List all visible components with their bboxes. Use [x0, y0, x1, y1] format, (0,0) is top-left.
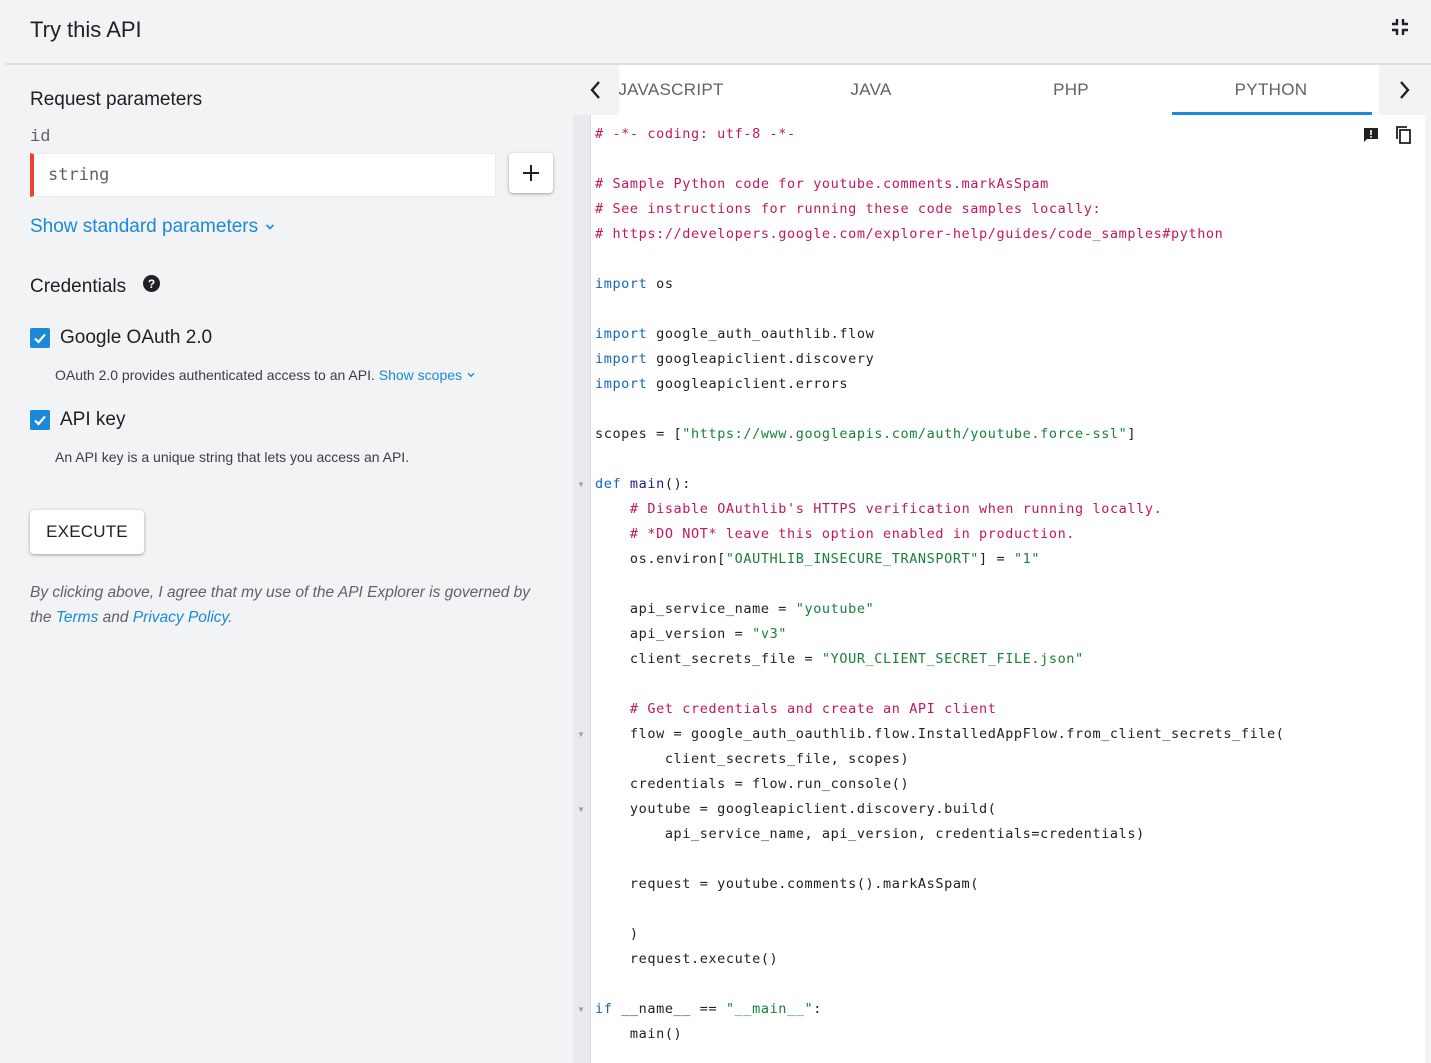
plus-icon: [523, 165, 539, 181]
code-toolbar: [1361, 125, 1413, 145]
id-input[interactable]: [30, 153, 496, 197]
header: Try this API: [0, 0, 1431, 63]
execute-button[interactable]: EXECUTE: [30, 510, 144, 554]
add-value-button[interactable]: [509, 153, 553, 193]
legal-end: .: [228, 609, 233, 626]
code-line: # -*- coding: utf-8 -*-: [595, 126, 796, 142]
request-panel: Request parameters id Show standard para…: [0, 65, 572, 1063]
api-key-description: An API key is a unique string that lets …: [55, 449, 410, 465]
feedback-icon[interactable]: [1361, 125, 1381, 145]
request-parameters-title: Request parameters: [30, 89, 203, 110]
code-line: os.environ["OAUTHLIB_INSECURE_TRANSPORT"…: [595, 551, 1041, 567]
legal-and: and: [98, 609, 133, 626]
code-line: ): [595, 926, 639, 942]
code-line: youtube = googleapiclient.discovery.buil…: [595, 801, 997, 817]
chevron-right-icon: [1400, 81, 1410, 99]
oauth-checkbox[interactable]: [30, 328, 50, 348]
collapse-fullscreen-icon[interactable]: [1386, 13, 1414, 41]
code-line: request.execute(): [595, 951, 779, 967]
show-standard-parameters-label: Show standard parameters: [30, 216, 259, 237]
tab-python[interactable]: PYTHON: [1171, 65, 1371, 115]
code-line: api_service_name = "youtube": [595, 601, 875, 617]
oauth-label: Google OAuth 2.0: [60, 327, 213, 348]
fold-toggle-icon[interactable]: ▼: [577, 805, 585, 814]
code-line: # *DO NOT* leave this option enabled in …: [629, 526, 1076, 542]
code-line: client_secrets_file, scopes): [595, 751, 910, 767]
code-line: client_secrets_file = "YOUR_CLIENT_SECRE…: [595, 651, 1084, 667]
code-line: # See instructions for running these cod…: [595, 201, 1102, 217]
checkmark-icon: [34, 415, 46, 426]
chevron-left-icon: [590, 81, 600, 99]
code-line: if __name__ == "__main__":: [595, 1001, 822, 1017]
code-editor[interactable]: # -*- coding: utf-8 -*- # Sample Python …: [590, 115, 1425, 1063]
show-scopes-link[interactable]: Show scopes: [379, 367, 476, 383]
oauth-description-text: OAuth 2.0 provides authenticated access …: [55, 367, 375, 383]
code-line: import googleapiclient.errors: [595, 376, 849, 392]
code-gutter: ▼ ▼ ▼ ▼: [573, 115, 590, 1063]
oauth-description: OAuth 2.0 provides authenticated access …: [55, 367, 476, 383]
api-key-label: API key: [60, 409, 126, 430]
code-line: # Disable OAuthlib's HTTPS verification …: [629, 501, 1163, 517]
language-tabs: JAVASCRIPT JAVA PHP PYTHON: [573, 65, 1431, 115]
code-line: scopes = ["https://www.googleapis.com/au…: [595, 426, 1137, 442]
fold-toggle-icon[interactable]: ▼: [577, 730, 585, 739]
code-line: def main():: [595, 476, 692, 492]
code-line: api_version = "v3": [595, 626, 788, 642]
privacy-policy-link[interactable]: Privacy Policy: [133, 609, 228, 626]
show-standard-parameters-link[interactable]: Show standard parameters: [30, 216, 276, 238]
code-panel: JAVASCRIPT JAVA PHP PYTHON ▼ ▼ ▼ ▼ # -*- co…: [573, 65, 1431, 1063]
code-line: credentials = flow.run_console(): [595, 776, 910, 792]
show-scopes-label: Show scopes: [378, 367, 463, 383]
legal-notice: By clicking above, I agree that my use o…: [30, 580, 550, 630]
tabs-prev-button[interactable]: [573, 65, 619, 115]
code-line: import os: [595, 276, 674, 292]
code-line: # https://developers.google.com/explorer…: [595, 226, 1224, 242]
api-key-checkbox[interactable]: [30, 410, 50, 430]
tab-javascript[interactable]: JAVASCRIPT: [619, 65, 771, 115]
code-line: # Get credentials and create an API clie…: [629, 701, 997, 717]
tab-strip: JAVASCRIPT JAVA PHP PYTHON: [619, 65, 1379, 115]
code-block[interactable]: # -*- coding: utf-8 -*- # Sample Python …: [595, 122, 1285, 1047]
help-icon[interactable]: ?: [143, 275, 160, 292]
tab-java[interactable]: JAVA: [771, 65, 971, 115]
chevron-down-icon: [266, 224, 275, 230]
code-line: import googleapiclient.discovery: [595, 351, 875, 367]
chevron-down-icon: [467, 372, 475, 378]
fold-toggle-icon[interactable]: ▼: [577, 1005, 585, 1014]
tabs-next-button[interactable]: [1381, 65, 1427, 115]
code-line: # Sample Python code for youtube.comment…: [595, 176, 1049, 192]
copy-icon[interactable]: [1393, 125, 1413, 145]
fold-toggle-icon[interactable]: ▼: [577, 480, 585, 489]
checkmark-icon: [34, 333, 46, 344]
terms-link[interactable]: Terms: [56, 609, 99, 626]
tab-php[interactable]: PHP: [971, 65, 1171, 115]
page-title: Try this API: [30, 17, 142, 42]
code-line: import google_auth_oauthlib.flow: [595, 326, 875, 342]
code-line: request = youtube.comments().markAsSpam(: [595, 876, 980, 892]
code-line: flow = google_auth_oauthlib.flow.Install…: [595, 726, 1285, 742]
param-label-id: id: [30, 128, 51, 147]
code-line: main(): [595, 1026, 683, 1042]
code-line: api_service_name, api_version, credentia…: [595, 826, 1145, 842]
credentials-title: Credentials: [30, 276, 127, 297]
